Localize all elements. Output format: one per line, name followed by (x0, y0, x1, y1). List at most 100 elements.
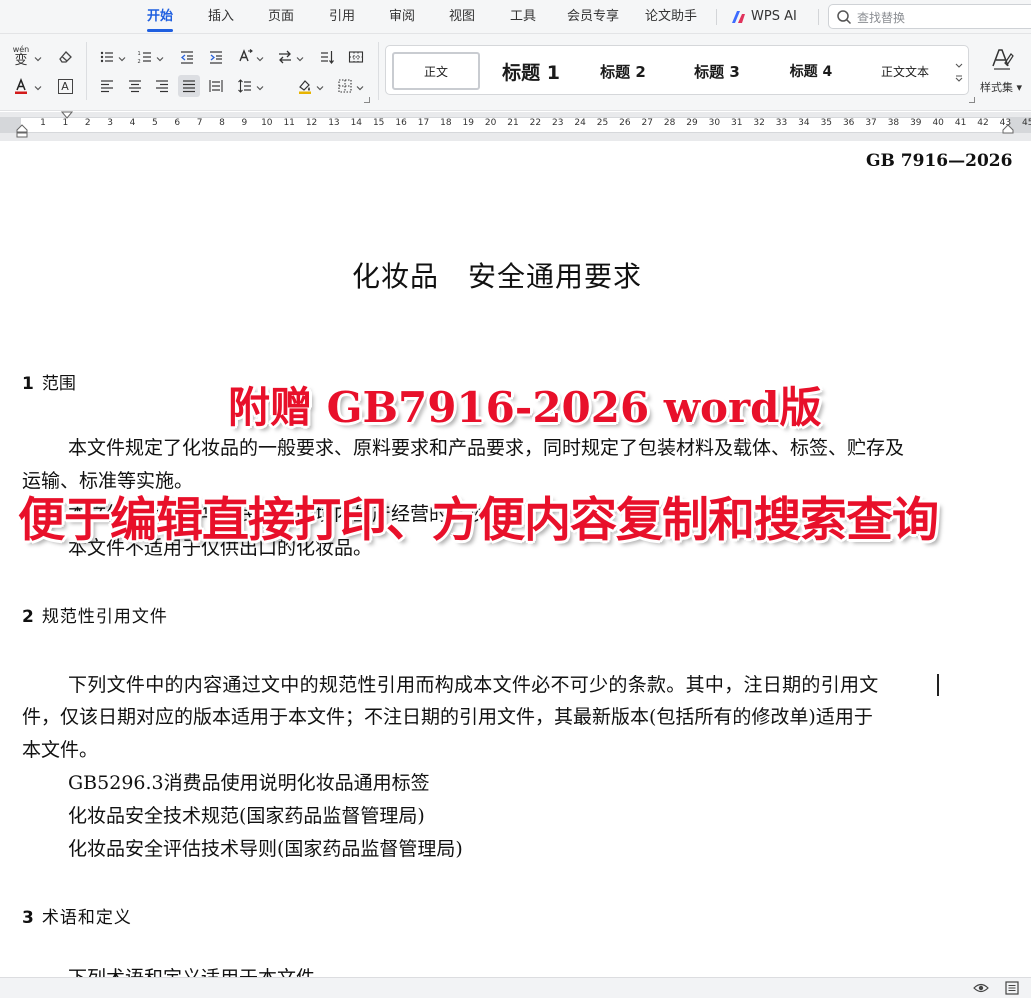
numbered-list-button[interactable]: 12 (134, 46, 156, 68)
hanging-indent-marker[interactable] (16, 124, 28, 138)
align-right-button[interactable] (151, 75, 173, 97)
clear-format-button[interactable] (54, 46, 76, 68)
sort-button[interactable] (316, 46, 338, 68)
style-gallery: 正文 标题 1 标题 2 标题 3 标题 4 正文文本 (385, 45, 969, 95)
chevron-down-icon[interactable] (34, 84, 42, 92)
chevron-down-icon[interactable] (256, 84, 264, 92)
text-cursor (937, 674, 939, 696)
paragraph-line: 件，仅该日期对应的版本适用于本文件；不注日期的引用文件，其最新版本(包括所有的修… (22, 706, 873, 728)
decrease-indent-button[interactable] (176, 46, 198, 68)
ruler-number: 35 (820, 118, 833, 128)
style-body-text[interactable]: 正文文本 (860, 52, 950, 90)
menu-separator (818, 9, 819, 25)
ruler-number: 17 (417, 118, 430, 128)
border-icon (338, 79, 352, 93)
style-heading-1[interactable]: 标题 1 (488, 52, 574, 90)
line-spacing-icon (238, 79, 251, 93)
chevron-down-icon[interactable] (256, 55, 264, 63)
align-left-button[interactable] (96, 75, 118, 97)
justify-button[interactable] (178, 75, 200, 97)
ruler-number: 30 (708, 118, 721, 128)
chevron-down-icon[interactable] (118, 55, 126, 63)
tab-view[interactable]: 视图 (449, 8, 475, 26)
phonetic-guide-button[interactable]: wén 变 (10, 46, 32, 68)
phonetic-char: 变 (14, 53, 28, 68)
style-heading-3[interactable]: 标题 3 (674, 52, 760, 90)
wps-ai-logo-icon[interactable] (731, 10, 747, 24)
font-color-button[interactable] (10, 75, 32, 97)
tab-member[interactable]: 会员专享 (567, 8, 619, 26)
page-view-icon[interactable] (1004, 981, 1020, 995)
show-marks-button[interactable] (345, 46, 367, 68)
align-center-icon (129, 80, 141, 93)
section-2-heading: 2 规范性引用文件 (22, 602, 168, 627)
ruler-number: 3 (107, 118, 113, 128)
chevron-down-icon[interactable] (316, 84, 324, 92)
styles-set-button[interactable]: 样式集 ▾ (976, 40, 1028, 100)
tab-tools[interactable]: 工具 (510, 8, 536, 26)
wps-ai-button[interactable]: WPS AI (751, 8, 797, 26)
document-page[interactable]: GB 7916—2026 化妆品 安全通用要求 1 范围 本文件规定了化妆品的一般… (0, 141, 1031, 977)
ruler-number: 27 (641, 118, 653, 128)
reference-item: 化妆品安全评估技术导则(国家药品监督管理局) (68, 838, 463, 860)
increase-indent-button[interactable] (205, 46, 227, 68)
text-direction-button[interactable] (234, 46, 256, 68)
right-indent-marker[interactable] (1002, 124, 1014, 134)
ruler-number: 36 (842, 118, 855, 128)
section-1-title: 范围 (41, 374, 76, 394)
ruler-number: 40 (932, 118, 944, 128)
ruler-number: 37 (865, 118, 877, 128)
exchange-icon (279, 50, 291, 64)
first-line-indent-marker[interactable] (61, 111, 73, 119)
align-center-button[interactable] (124, 75, 146, 97)
section-3-number: 3 (22, 908, 34, 928)
paragraph-settings-launcher[interactable] (364, 97, 370, 103)
ruler-number: 29 (686, 118, 698, 128)
character-border-label: A (61, 79, 69, 93)
style-heading-2[interactable]: 标题 2 (580, 52, 666, 90)
character-border-button[interactable]: A (54, 75, 76, 97)
tab-thesis-assistant[interactable]: 论文助手 (645, 8, 697, 26)
ruler-number: 42 (977, 118, 989, 128)
toolbar-separator (86, 42, 87, 100)
ruler-number: 11 (283, 118, 295, 128)
style-normal[interactable]: 正文 (392, 52, 480, 90)
font-color-icon (15, 78, 27, 94)
ruler-number: 16 (395, 118, 407, 128)
distributed-icon (209, 80, 223, 92)
ruler-number: 41 (954, 118, 967, 128)
border-button[interactable] (334, 75, 356, 97)
ruler-number: 14 (350, 118, 363, 128)
align-left-icon (101, 80, 113, 93)
reading-view-icon[interactable] (973, 981, 989, 995)
search-icon (837, 10, 852, 25)
ruler-number: 7 (196, 118, 203, 128)
ruler-number: 38 (887, 118, 900, 128)
ruler-number: 8 (219, 118, 225, 128)
section-2-title: 规范性引用文件 (41, 607, 168, 627)
tab-references[interactable]: 引用 (329, 8, 355, 26)
tab-insert[interactable]: 插入 (208, 8, 234, 26)
ruler-number: 13 (328, 118, 340, 128)
exchange-button[interactable] (274, 46, 296, 68)
gallery-scroll-icon[interactable] (954, 52, 964, 90)
chevron-down-icon[interactable] (156, 55, 164, 63)
tab-review[interactable]: 审阅 (389, 8, 415, 26)
search-input[interactable]: 查找替换 (828, 4, 1031, 29)
document-title: 化妆品 安全通用要求 (352, 260, 643, 293)
tab-home[interactable]: 开始 (147, 8, 173, 26)
shading-button[interactable] (294, 75, 316, 97)
chevron-down-icon[interactable] (34, 55, 42, 63)
style-heading-4[interactable]: 标题 4 (768, 52, 854, 90)
chevron-down-icon[interactable] (356, 84, 364, 92)
chevron-down-icon[interactable] (296, 55, 304, 63)
distributed-button[interactable] (205, 75, 227, 97)
standard-number: GB 7916—2026 (866, 151, 1013, 171)
bullet-list-button[interactable] (96, 46, 118, 68)
styles-launcher[interactable] (969, 97, 975, 103)
ruler-number: 24 (574, 118, 586, 128)
ruler-number: 39 (910, 118, 922, 128)
tab-page[interactable]: 页面 (268, 8, 294, 26)
ruler-number: 9 (241, 118, 248, 128)
line-spacing-button[interactable] (234, 75, 256, 97)
